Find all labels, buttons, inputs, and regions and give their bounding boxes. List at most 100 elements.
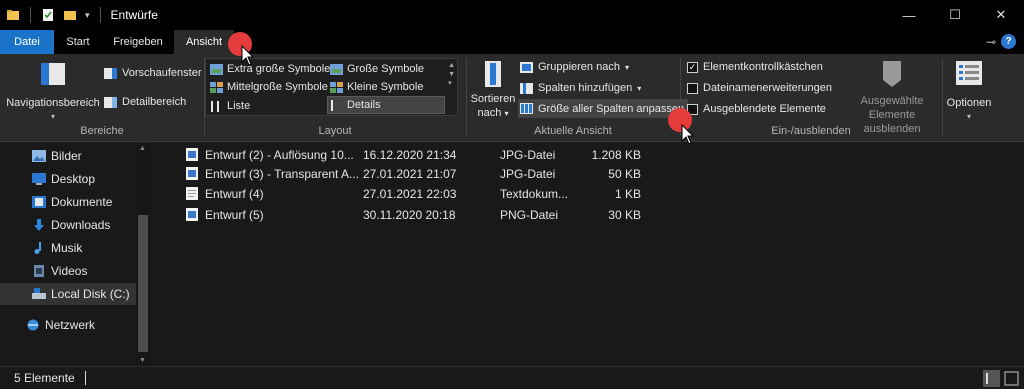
nav-item-dokumente[interactable]: Dokumente xyxy=(0,191,150,213)
new-folder-icon[interactable] xyxy=(63,8,77,22)
navigation-pane-scrollbar[interactable]: ▲ ▼ xyxy=(136,143,150,366)
large-icons-icon xyxy=(330,63,343,75)
details-view-icon[interactable] xyxy=(983,370,1000,387)
nav-item-downloads[interactable]: Downloads xyxy=(0,214,150,236)
item-checkboxes-toggle[interactable]: ✓ Elementkontrollkästchen xyxy=(687,58,823,76)
sort-by-label: Sortieren xyxy=(470,93,516,105)
sort-by-label-2: nach ▾ xyxy=(477,107,509,119)
layout-label: Kleine Symbole xyxy=(347,81,424,93)
file-row[interactable]: Entwurf (2) - Auflösung 10... 16.12.2020… xyxy=(186,144,641,165)
size-all-columns-button[interactable]: Größe aller Spalten anpassen xyxy=(518,99,689,118)
file-row[interactable]: Entwurf (5) 30.11.2020 20:18 PNG-Datei 3… xyxy=(186,204,641,225)
file-row[interactable]: Entwurf (3) - Transparent A... 27.01.202… xyxy=(186,163,641,184)
window-controls: — ☐ ✕ xyxy=(886,0,1024,30)
preview-pane-button[interactable]: Vorschaufenster xyxy=(104,64,202,82)
checkbox-checked[interactable]: ✓ xyxy=(687,61,698,73)
hidden-items-toggle[interactable]: Ausgeblendete Elemente xyxy=(687,100,826,118)
text-caret xyxy=(84,371,86,385)
file-list: Entwurf (2) - Auflösung 10... 16.12.2020… xyxy=(150,143,1024,366)
ribbon: Navigationsbereich ▾ Vorschaufenster Det… xyxy=(0,54,1024,142)
maximize-button[interactable]: ☐ xyxy=(932,0,978,30)
file-date: 27.01.2021 22:03 xyxy=(363,186,457,201)
group-label-bereiche: Bereiche xyxy=(80,125,124,137)
details-pane-icon xyxy=(104,96,117,108)
group-by-icon xyxy=(520,61,533,73)
pin-ribbon-icon[interactable]: ⊸ xyxy=(986,35,996,49)
properties-icon[interactable] xyxy=(41,8,55,22)
nav-item-musik[interactable]: Musik xyxy=(0,237,150,259)
title-bar: ▾ Entwürfe — ☐ ✕ xyxy=(0,0,1024,30)
group-by-button[interactable]: Gruppieren nach ▾ xyxy=(520,58,629,76)
checkbox-unchecked[interactable] xyxy=(687,82,698,94)
mouse-cursor-icon xyxy=(241,45,255,66)
layout-details[interactable]: Details xyxy=(327,96,445,114)
network-icon xyxy=(27,319,39,331)
gallery-scroll-icon[interactable]: ▲ ▼ ▾ xyxy=(448,61,455,88)
nav-item-label: Dokumente xyxy=(51,195,113,209)
close-button[interactable]: ✕ xyxy=(978,0,1024,30)
music-icon xyxy=(34,242,41,254)
window-title: Entwürfe xyxy=(110,8,158,22)
file-size: 50 KB xyxy=(608,166,641,181)
list-icon xyxy=(211,100,219,112)
file-type: PNG-Datei xyxy=(500,207,559,222)
file-date: 27.01.2021 21:07 xyxy=(363,166,457,181)
nav-item-label: Netzwerk xyxy=(45,318,96,332)
preview-pane-icon xyxy=(104,67,117,79)
nav-item-netzwerk[interactable]: Netzwerk xyxy=(0,314,150,336)
tab-datei[interactable]: Datei xyxy=(0,30,54,54)
file-size: 1.208 KB xyxy=(591,147,641,162)
text-file-icon xyxy=(186,187,198,200)
tab-freigeben[interactable]: Freigeben xyxy=(102,30,174,54)
navigation-pane-icon xyxy=(41,63,65,85)
layout-label: Mittelgroße Symbole xyxy=(227,81,328,93)
tab-start[interactable]: Start xyxy=(54,30,102,54)
small-icons-icon xyxy=(330,81,343,93)
size-all-columns-label: Größe aller Spalten anpassen xyxy=(538,102,685,115)
layout-small-icons[interactable]: Kleine Symbole xyxy=(330,78,423,96)
file-name: Entwurf (2) - Auflösung 10... xyxy=(205,147,354,162)
nav-item-bilder[interactable]: Bilder xyxy=(0,145,150,167)
scroll-up-icon[interactable]: ▲ xyxy=(139,145,146,152)
details-pane-button[interactable]: Detailbereich xyxy=(104,93,186,111)
nav-item-local-disk[interactable]: Local Disk (C:) xyxy=(0,283,136,305)
nav-item-videos[interactable]: Videos xyxy=(0,260,150,282)
options-button[interactable]: Optionen ▾ xyxy=(944,60,994,124)
nav-item-label: Bilder xyxy=(51,149,82,163)
layout-large-icons[interactable]: Große Symbole xyxy=(330,60,424,78)
nav-item-desktop[interactable]: Desktop xyxy=(0,168,150,190)
add-columns-label: Spalten hinzufügen xyxy=(538,82,633,94)
details-pane-label: Detailbereich xyxy=(122,96,187,108)
separator xyxy=(942,58,943,136)
file-extensions-toggle[interactable]: Dateinamenerweiterungen xyxy=(687,79,832,97)
navigation-pane: Bilder Desktop Dokumente Downloads Musik… xyxy=(0,143,150,366)
navigation-pane-button[interactable]: Navigationsbereich ▾ xyxy=(6,60,100,124)
tab-ansicht[interactable]: Ansicht xyxy=(174,30,234,54)
layout-medium-icons[interactable]: Mittelgroße Symbole xyxy=(210,78,328,96)
add-columns-icon xyxy=(520,82,533,94)
file-type: JPG-Datei xyxy=(500,166,556,181)
image-file-icon xyxy=(186,208,198,221)
separator xyxy=(99,7,101,23)
help-icon[interactable]: ? xyxy=(1001,34,1016,49)
file-date: 30.11.2020 20:18 xyxy=(363,207,456,222)
add-columns-button[interactable]: Spalten hinzufügen ▾ xyxy=(520,79,641,97)
sort-icon xyxy=(485,61,501,87)
large-icons-view-icon[interactable] xyxy=(1003,370,1020,387)
resize-columns-icon xyxy=(520,103,533,114)
status-bar: 5 Elemente xyxy=(0,366,1024,389)
file-name: Entwurf (5) xyxy=(205,207,264,222)
separator xyxy=(30,7,31,23)
sort-by-button[interactable]: Sortieren nach ▾ xyxy=(470,60,516,121)
layout-list[interactable]: Liste xyxy=(210,97,250,115)
file-size: 1 KB xyxy=(614,186,641,201)
file-name: Entwurf (3) - Transparent A... xyxy=(205,166,360,181)
scroll-down-icon[interactable]: ▼ xyxy=(139,357,146,364)
hide-selected-icon xyxy=(883,61,901,87)
file-row[interactable]: Entwurf (4) 27.01.2021 22:03 Textdokum..… xyxy=(186,183,641,204)
minimize-button[interactable]: — xyxy=(886,0,932,30)
layout-extra-large-icons[interactable]: Extra große Symbole xyxy=(210,60,330,78)
scrollbar-thumb[interactable] xyxy=(138,215,148,352)
customize-chevron-down-icon[interactable]: ▾ xyxy=(85,10,90,21)
nav-item-label: Desktop xyxy=(51,172,96,186)
